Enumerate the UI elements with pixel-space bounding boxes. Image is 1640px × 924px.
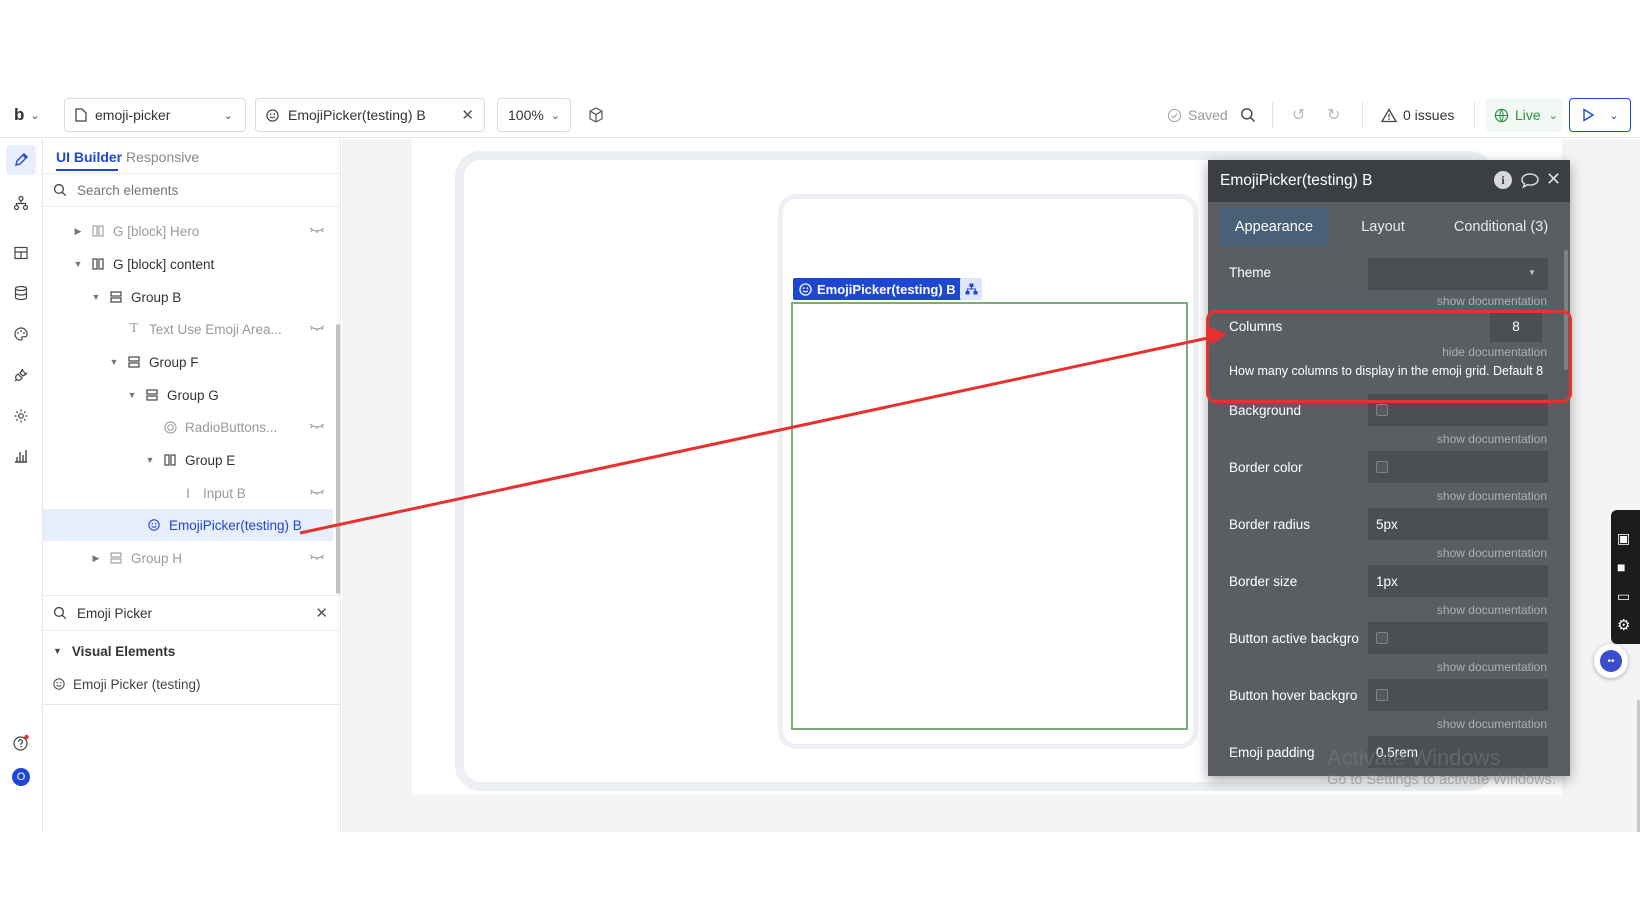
window-icon[interactable]: ▭ [1617,588,1630,605]
activation-watermark: Activate Windows Go to Settings to activ… [1327,745,1556,788]
camera-icon[interactable]: ▣ [1617,530,1630,547]
video-icon[interactable]: ■ [1617,559,1625,575]
watermark-subtitle: Go to Settings to activate Windows. [1327,772,1556,788]
floating-tools: ▣ ■ ▭ ⚙ [1611,510,1640,644]
gear-icon[interactable]: ⚙ [1617,616,1630,634]
app-window: b ⌄ emoji-picker ⌄ EmojiPicker(testing) … [0,0,1640,924]
assistant-icon: •• [1600,650,1622,672]
watermark-title: Activate Windows [1327,745,1501,770]
assistant-bubble[interactable]: •• [1594,644,1628,678]
